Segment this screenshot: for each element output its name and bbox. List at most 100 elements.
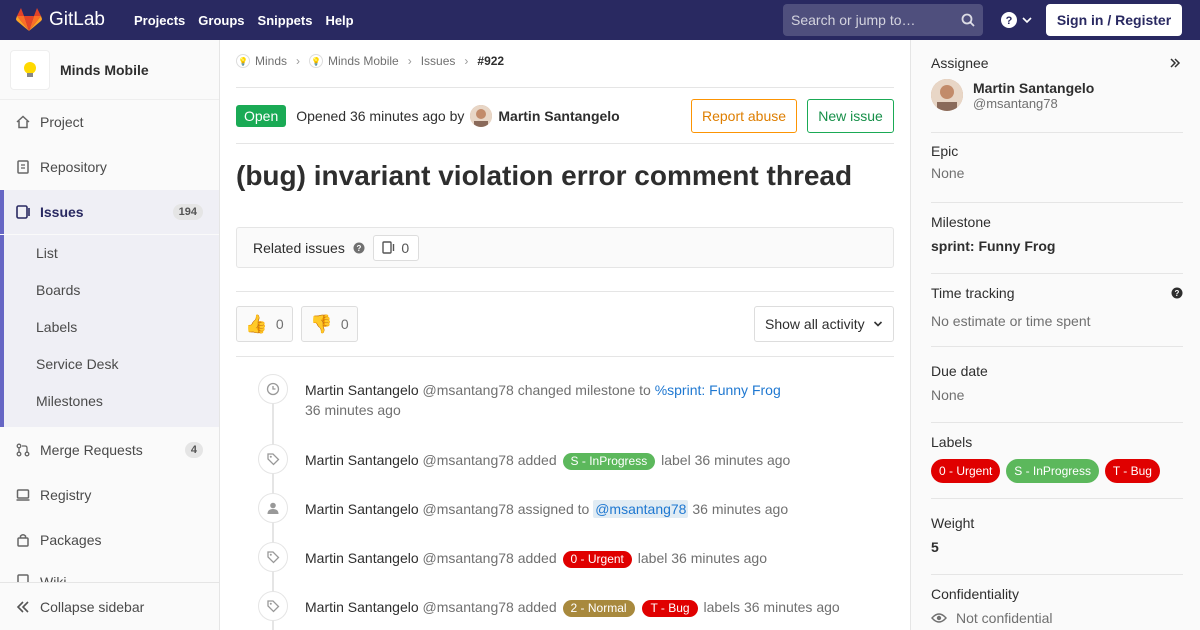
label-pill[interactable]: S - InProgress [1006,459,1099,483]
report-abuse-button[interactable]: Report abuse [691,99,797,133]
nav-snippets[interactable]: Snippets [258,13,313,28]
issue-status-row: Open Opened 36 minutes ago by Martin San… [236,99,894,133]
note-body: Martin Santangelo @msantang78 assigned t… [305,499,788,519]
author-name[interactable]: Martin Santangelo [498,108,619,124]
user-mention[interactable]: @msantang78 [593,500,689,518]
help-dropdown[interactable]: ? [1000,11,1032,29]
breadcrumb-separator: › [464,54,469,68]
label-pill[interactable]: 2 - Normal [562,600,635,617]
assignee-row[interactable]: Martin Santangelo @msantang78 [931,79,1183,111]
package-icon [17,534,29,547]
tag-icon [267,551,280,564]
nav-projects[interactable]: Projects [134,13,185,28]
note-user[interactable]: Martin Santangelo [305,550,419,566]
labels-title: Labels [931,434,973,450]
note-handle[interactable]: @msantang78 [423,599,514,615]
milestone-value[interactable]: sprint: Funny Frog [931,238,1183,254]
sidebar-sub-milestones[interactable]: Milestones [36,393,103,409]
timeline-badge [258,444,288,474]
note-suffix: labels [703,599,741,615]
search-input[interactable]: Search or jump to… [783,4,983,36]
label-pill[interactable]: T - Bug [642,600,698,617]
label-pill[interactable]: T - Bug [1104,459,1160,483]
chevron-down-icon [873,321,882,327]
note-suffix: label [661,452,691,468]
related-issues-count[interactable]: 0 [372,234,419,261]
collapse-sidebar-button[interactable]: Collapse sidebar [0,582,219,630]
thumbs-up-button[interactable]: 👍 0 [236,306,293,342]
question-icon: ? [1001,12,1017,28]
breadcrumb-issues[interactable]: Issues [421,54,456,68]
note-handle[interactable]: @msantang78 [423,382,514,398]
breadcrumb-current[interactable]: #922 [477,54,504,68]
sidebar-item-merge-requests[interactable]: Merge Requests 4 [0,430,219,470]
avatar-face-icon [931,79,963,111]
sidebar-sub-boards[interactable]: Boards [36,282,80,298]
sidebar-item-project[interactable]: Project [0,102,219,142]
sidebar-sub-labels[interactable]: Labels [36,319,77,335]
divider [236,291,894,292]
note-user[interactable]: Martin Santangelo [305,599,419,615]
note-handle[interactable]: @msantang78 [423,452,514,468]
avatar-face-icon [470,105,493,127]
project-header[interactable]: Minds Mobile [0,40,219,100]
note-time: 36 minutes ago [671,550,767,566]
svg-text:?: ? [356,244,361,253]
breadcrumb-project[interactable]: 💡 Minds Mobile [309,54,399,68]
project-avatar [10,49,50,90]
label-pill[interactable]: 0 - Urgent [931,459,1001,483]
sidebar-item-packages[interactable]: Packages [0,520,219,560]
author-avatar[interactable] [470,105,493,127]
milestone-link[interactable]: %sprint: Funny Frog [655,382,781,398]
issues-count-badge: 194 [172,204,203,220]
merge-request-icon [16,443,30,457]
issues-submenu [0,235,219,427]
question-circle-icon[interactable]: ? [353,242,365,254]
timeline-badge [258,493,288,523]
milestone-title: Milestone [931,214,991,230]
weight-block: Weight 5 [931,515,1183,575]
thumbs-down-button[interactable]: 👎 0 [301,306,358,342]
epic-value: None [931,165,965,181]
chevron-down-icon [1022,17,1032,24]
sidebar-item-label: Project [40,114,84,130]
right-sidebar: Assignee Martin Santangelo @msantang78 E… [910,40,1200,630]
question-circle-icon[interactable]: ? [1171,287,1183,299]
status-badge: Open [236,105,287,127]
search-placeholder: Search or jump to… [791,12,916,28]
activity-filter-dropdown[interactable]: Show all activity [754,306,894,342]
sidebar-sub-service-desk[interactable]: Service Desk [36,356,118,372]
nav-links: Projects Groups Snippets Help [122,13,354,28]
sidebar-item-registry[interactable]: Registry [0,475,219,515]
sidebar-item-issues[interactable]: Issues 194 [0,190,219,234]
sidebar-item-wiki[interactable]: Wiki [0,564,219,584]
sidebar-sub-list[interactable]: List [36,245,58,261]
sidebar-item-repository[interactable]: Repository [0,147,219,187]
search-icon [961,13,975,27]
breadcrumb-group[interactable]: 💡 Minds [236,54,287,68]
gitlab-logo[interactable]: GitLab [16,8,105,32]
note-handle[interactable]: @msantang78 [423,550,514,566]
weight-title: Weight [931,515,975,531]
note-user[interactable]: Martin Santangelo [305,501,419,517]
sign-in-button[interactable]: Sign in / Register [1046,4,1182,36]
clock-icon [266,382,280,396]
nav-groups[interactable]: Groups [198,13,244,28]
label-pill[interactable]: 0 - Urgent [562,551,632,568]
note-action: added [517,599,557,615]
time-tracking-block: Time tracking ? No estimate or time spen… [931,285,1183,347]
breadcrumb-project-label: Minds Mobile [328,54,399,68]
new-issue-button[interactable]: New issue [807,99,894,133]
label-pill[interactable]: S - InProgress [562,453,656,470]
note-user[interactable]: Martin Santangelo [305,382,419,398]
divider [236,356,894,357]
note-body: Martin Santangelo @msantang78 added 0 - … [305,548,767,568]
note-handle[interactable]: @msantang78 [423,501,514,517]
note-user[interactable]: Martin Santangelo [305,452,419,468]
timeline-badge [258,542,288,572]
eye-icon [931,613,947,623]
nav-help[interactable]: Help [325,13,353,28]
note-time: 36 minutes ago [743,599,840,615]
project-avatar-icon: 💡 [309,54,324,68]
tag-icon [267,600,280,613]
